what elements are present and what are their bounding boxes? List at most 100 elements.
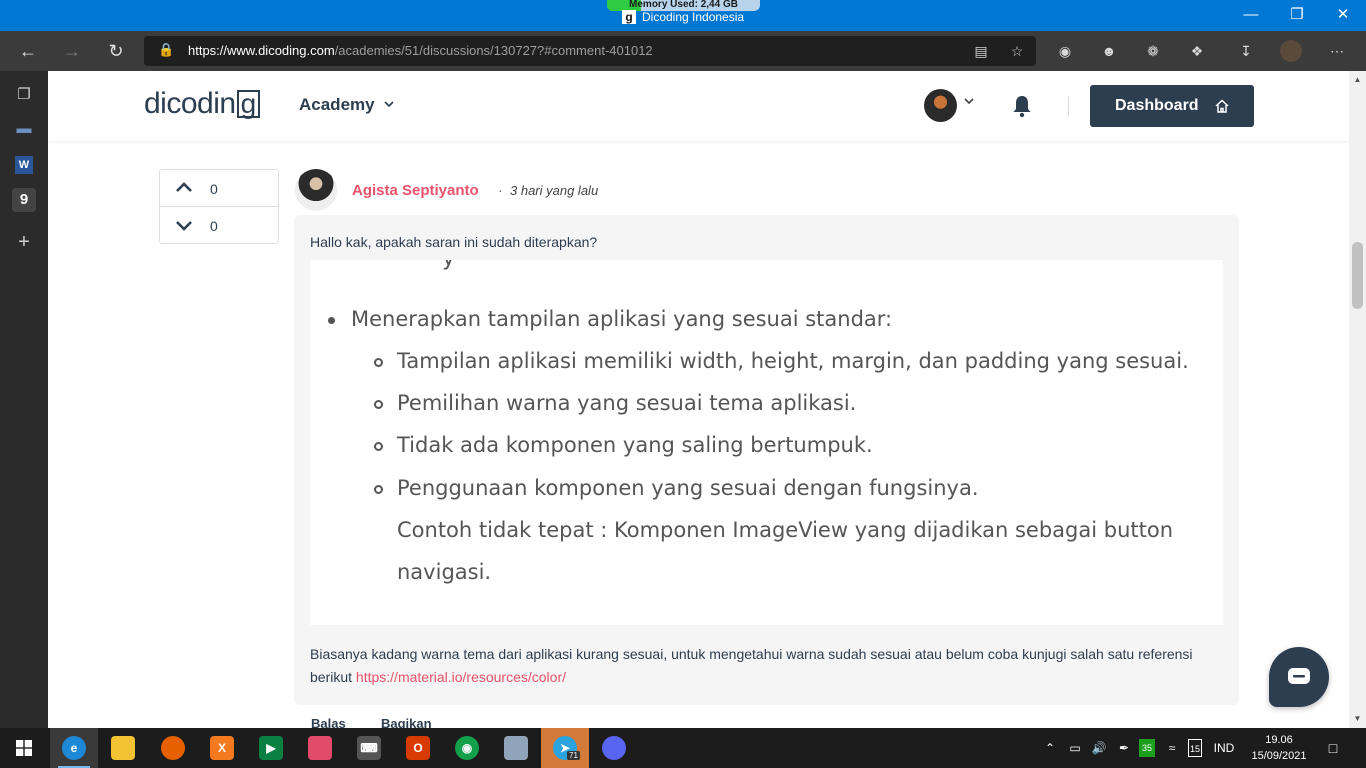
extension-gear-icon[interactable]: ❁ [1142,40,1164,62]
comment-meta-separator: · [498,182,503,198]
downvote-row[interactable]: 0 [160,207,278,244]
tab-actions-icon[interactable]: ❐ [12,83,36,107]
browser-sidebar: ❐ ▬ W 9 + [0,71,48,728]
profile-avatar-icon[interactable] [1280,40,1302,62]
battery-icon[interactable]: ▭ [1066,739,1084,757]
bullet-circle-icon [374,399,383,409]
download-icon[interactable]: ↧ [1235,40,1257,62]
chat-button[interactable] [1269,647,1329,707]
dashboard-button[interactable]: Dashboard [1090,85,1254,127]
extensions-puzzle-icon[interactable]: ❖ [1186,40,1208,62]
office-icon: O [406,736,430,760]
address-bar[interactable]: 🔒 https://www.dicoding.com/academies/51/… [144,36,1036,66]
paint-icon [308,736,332,760]
bullet-circle-icon [374,484,383,494]
back-icon[interactable]: ← [17,40,39,62]
header-divider [1068,97,1069,117]
taskbar-edge[interactable]: e [50,728,98,768]
notification-center-icon[interactable]: □ [1324,739,1342,757]
taskbar-paint[interactable] [296,728,344,768]
volume-icon[interactable]: 🔊 [1090,739,1108,757]
system-clock[interactable]: 19.06 15/09/2021 [1244,732,1314,764]
lock-icon[interactable]: 🔒 [158,42,174,58]
calendar-badge[interactable]: 15 [1188,739,1202,757]
comment-author-name[interactable]: Agista Septiyanto [352,182,479,199]
language-indicator[interactable]: IND [1210,739,1238,757]
bullet-dot-icon [328,316,335,324]
chevron-down-icon [384,101,394,108]
academy-menu[interactable]: Academy [299,95,395,115]
xampp-icon: X [210,736,234,760]
share-button[interactable]: Bagikan [381,716,432,728]
home-icon [1215,99,1229,113]
extension-dark-icon[interactable]: ◉ [1054,40,1076,62]
reader-mode-icon[interactable]: ▤ [972,42,990,60]
logo-g-box: g [236,90,260,118]
telegram-badge: 71 [567,751,580,760]
scroll-up-arrow-icon[interactable]: ▲ [1353,75,1362,84]
taskbar-file-explorer[interactable] [99,728,147,768]
memory-usage-label: Memory Used: 2,44 GB [629,0,738,10]
windows-taskbar: e X ▶ ⌨ O ◉ ➤ 71 ⌃ ▭ 🔊 ✒ 35 ≈ 15 IND 19.… [0,728,1366,768]
comment-timestamp: 3 hari yang lalu [510,183,599,198]
taskbar-xampp[interactable]: X [198,728,246,768]
taskbar-meet[interactable]: ▶ [247,728,295,768]
comment-author-avatar[interactable] [295,169,337,211]
taskbar-discord[interactable] [590,728,638,768]
wifi-icon[interactable]: ≈ [1163,739,1181,757]
url-text[interactable]: https://www.dicoding.com/academies/51/di… [188,43,653,58]
window-title-text: Dicoding Indonesia [642,10,745,24]
window-title-bar: Memory Used: 2,44 GB g Dicoding Indonesi… [0,0,1366,31]
page-scrollbar[interactable]: ▲ ▼ [1349,71,1366,728]
extension-owl-icon[interactable]: ☻ [1098,40,1120,62]
downvote-count: 0 [210,218,218,234]
quote-main-bullet: Menerapkan tampilan aplikasi yang sesuai… [328,307,892,331]
tray-expand-icon[interactable]: ⌃ [1043,739,1057,757]
window-title: g Dicoding Indonesia [622,10,744,24]
upvote-chevron-icon[interactable] [174,178,194,198]
taskbar-office[interactable]: O [394,728,442,768]
favorite-star-icon[interactable]: ☆ [1008,42,1026,60]
taskbar-telegram[interactable]: ➤ 71 [541,728,589,768]
upvote-row[interactable]: 0 [160,170,278,207]
taskbar-system[interactable] [492,728,540,768]
restore-icon[interactable]: ❐ [1286,4,1308,26]
system-icon [504,736,528,760]
academy-menu-label: Academy [299,95,375,114]
quote-sub-item: Tidak ada komponen yang saling bertumpuk… [374,433,873,457]
minimize-icon[interactable]: — [1240,4,1262,26]
scroll-thumb[interactable] [1352,242,1363,309]
taskbar-camera[interactable]: ◉ [443,728,491,768]
quoted-screenshot: y Menerapkan tampilan aplikasi yang sesu… [310,260,1223,625]
more-menu-icon[interactable]: ⋯ [1326,40,1348,62]
dicoding-logo[interactable]: dicodin g [144,87,260,121]
downvote-chevron-icon[interactable] [174,215,194,235]
avatar-chevron-down-icon[interactable] [963,95,975,107]
browser-toolbar: ← → ↻ 🔒 https://www.dicoding.com/academi… [0,31,1366,71]
tray-badge-app[interactable]: 35 [1139,739,1155,757]
taskbar-keyboard[interactable]: ⌨ [345,728,393,768]
clock-time: 19.06 [1265,734,1293,746]
clock-date: 15/09/2021 [1251,750,1307,762]
site-header: dicodin g Academy Dashboard [48,71,1349,141]
notification-bell-icon[interactable] [1011,94,1033,118]
reply-button[interactable]: Balas [311,716,346,728]
start-button[interactable] [0,728,48,768]
close-icon[interactable]: ✕ [1332,4,1354,26]
sidebar-tab-word-icon[interactable]: W [12,152,36,176]
material-color-link[interactable]: https://material.io/resources/color/ [356,669,566,685]
firefox-icon [161,736,185,760]
taskbar-firefox[interactable] [149,728,197,768]
comment-intro-text: Hallo kak, apakah saran ini sudah ditera… [310,234,598,250]
pen-icon[interactable]: ✒ [1115,739,1133,757]
scroll-down-arrow-icon[interactable]: ▼ [1353,714,1362,723]
forward-icon[interactable]: → [61,40,83,62]
refresh-icon[interactable]: ↻ [105,40,127,62]
new-tab-plus-icon[interactable]: + [12,230,36,254]
user-avatar[interactable] [924,89,957,122]
page-viewport: dicodin g Academy Dashboard 0 0 Agista Se… [48,71,1349,728]
sidebar-tab-dicoding-icon[interactable]: 9 [12,188,36,212]
quote-sub-continuation: navigasi. [397,560,492,584]
sidebar-tab-generic-icon[interactable]: ▬ [12,117,36,141]
upvote-count: 0 [210,181,218,197]
